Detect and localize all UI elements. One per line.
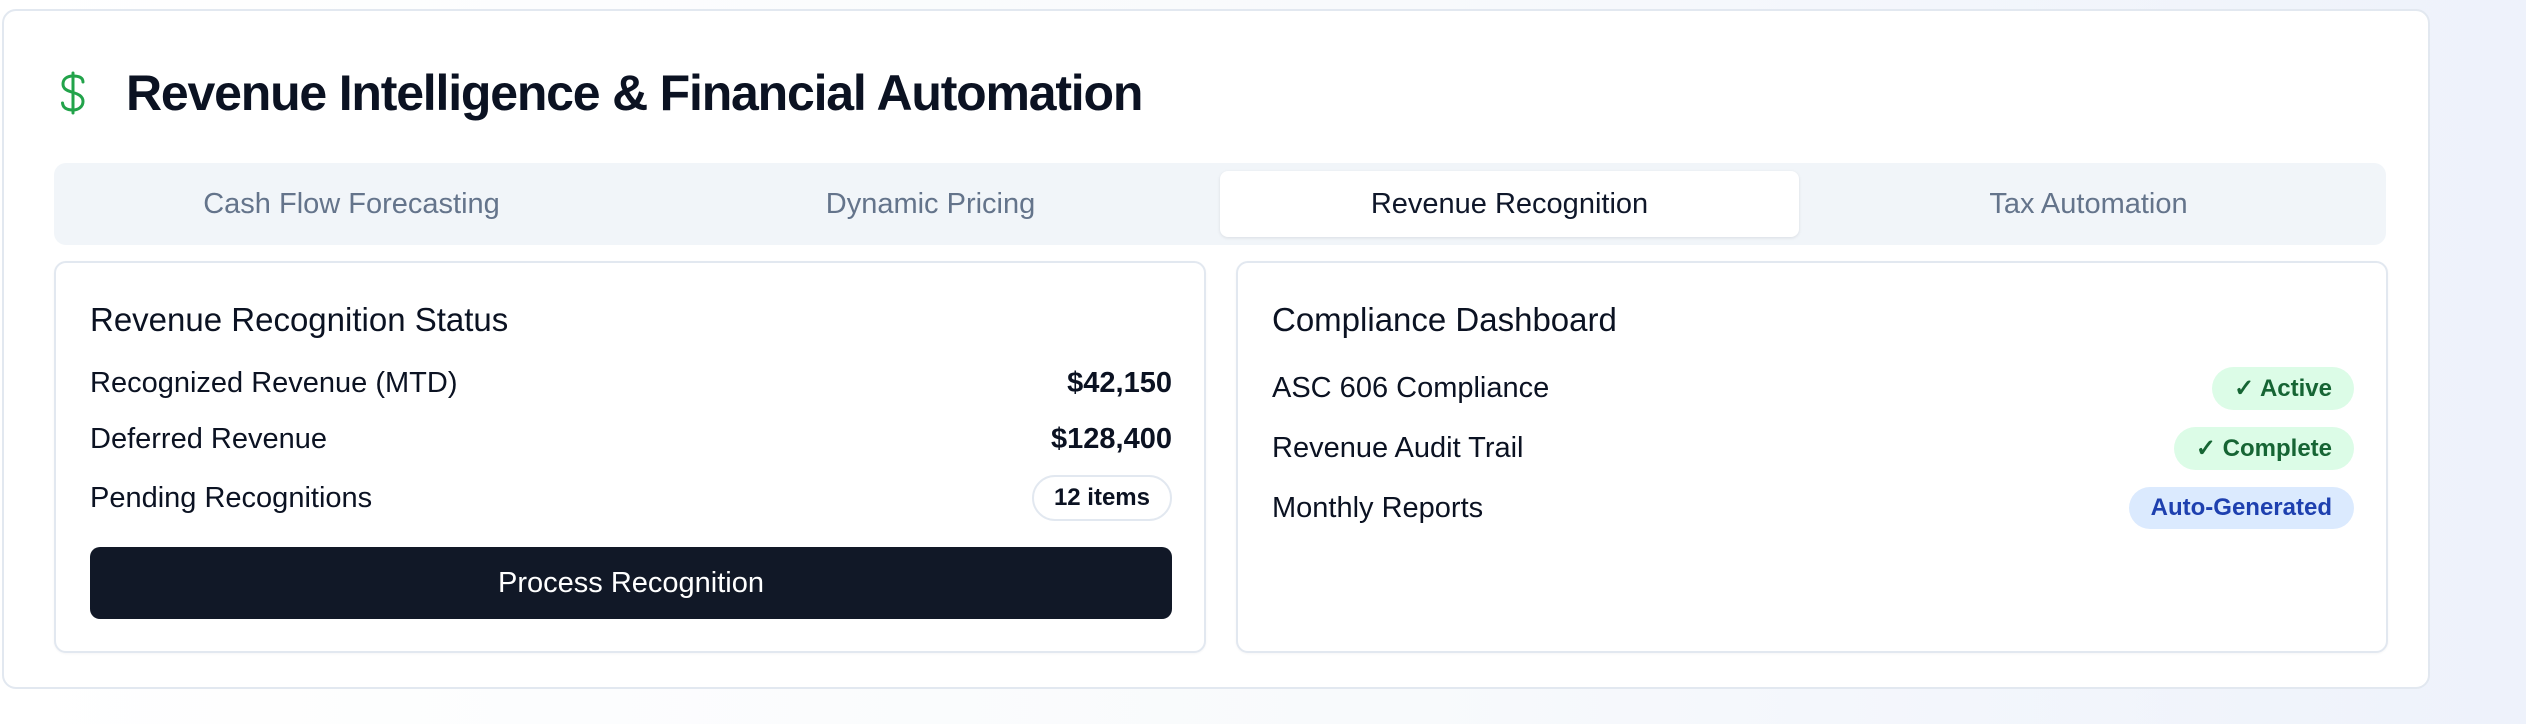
row-label: Recognized Revenue (MTD) xyxy=(90,367,458,399)
compliance-dashboard-panel: Compliance Dashboard ASC 606 Compliance … xyxy=(1236,261,2388,653)
row-label: Pending Recognitions xyxy=(90,481,373,514)
pending-count-badge: 12 items xyxy=(1031,475,1172,521)
tab-revenue-recognition[interactable]: Revenue Recognition xyxy=(1220,171,1799,237)
recognized-revenue-row: Recognized Revenue (MTD) $42,150 xyxy=(90,367,1172,400)
tab-cash-flow-forecasting[interactable]: Cash Flow Forecasting xyxy=(62,171,641,237)
row-label: Revenue Audit Trail xyxy=(1272,432,1524,464)
audit-trail-row: Revenue Audit Trail ✓ Complete xyxy=(1272,427,2354,470)
status-badge: ✓ Active xyxy=(2212,367,2354,410)
recognized-revenue-value: $42,150 xyxy=(1067,367,1172,399)
tab-dynamic-pricing[interactable]: Dynamic Pricing xyxy=(641,171,1220,237)
panel-title: Compliance Dashboard xyxy=(1272,301,1617,338)
tab-bar: Cash Flow Forecasting Dynamic Pricing Re… xyxy=(54,163,2386,245)
process-recognition-button[interactable]: Process Recognition xyxy=(90,547,1172,619)
pending-recognitions-row: Pending Recognitions 12 items xyxy=(90,475,1172,521)
status-badge: ✓ Complete xyxy=(2173,427,2354,470)
row-label: Monthly Reports xyxy=(1272,491,1484,524)
tab-tax-automation[interactable]: Tax Automation xyxy=(1799,171,2378,237)
asc-606-row: ASC 606 Compliance ✓ Active xyxy=(1272,367,2354,410)
panel-title: Revenue Recognition Status xyxy=(90,301,509,338)
row-label: ASC 606 Compliance xyxy=(1272,372,1550,404)
revenue-card: Revenue Intelligence & Financial Automat… xyxy=(2,9,2430,689)
monthly-reports-row: Monthly Reports Auto-Generated xyxy=(1272,487,2354,529)
dollar-icon xyxy=(54,70,92,116)
page-title: Revenue Intelligence & Financial Automat… xyxy=(126,65,1143,121)
deferred-revenue-value: $128,400 xyxy=(1051,423,1172,455)
deferred-revenue-row: Deferred Revenue $128,400 xyxy=(90,423,1172,456)
row-label: Deferred Revenue xyxy=(90,423,327,455)
recognition-status-panel: Revenue Recognition Status Recognized Re… xyxy=(54,261,1206,653)
status-badge: Auto-Generated xyxy=(2128,487,2354,529)
card-header: Revenue Intelligence & Financial Automat… xyxy=(54,57,1143,129)
